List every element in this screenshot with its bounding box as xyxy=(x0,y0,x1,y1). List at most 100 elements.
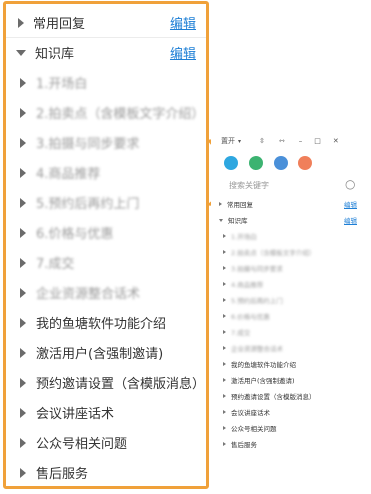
kb-item-label: 售后服务 xyxy=(231,441,257,449)
kb-item[interactable]: 4.商品推荐 xyxy=(219,278,369,290)
expand-arrow-icon xyxy=(20,317,26,328)
move-icon[interactable]: ⇿ xyxy=(279,137,285,145)
kb-item[interactable]: 预约邀请设置（含模版消息） xyxy=(6,368,206,397)
kb-item[interactable]: 1.开场白 xyxy=(6,68,206,97)
search-icon[interactable]: ○ xyxy=(345,177,355,191)
chevron-down-icon: ▾ xyxy=(238,137,242,145)
close-button[interactable]: ✕ xyxy=(333,137,339,145)
expand-arrow-icon xyxy=(223,394,226,398)
kb-item-label: 7.成交 xyxy=(36,257,75,272)
kb-item[interactable]: 企业资源整合话术 xyxy=(219,342,369,354)
kb-item[interactable]: 会议讲座话术 xyxy=(219,406,369,418)
kb-item[interactable]: 2.拍卖点（含模板文字介绍） xyxy=(6,98,206,127)
block-tab-icon[interactable] xyxy=(298,156,312,170)
kb-item[interactable]: 3.拍摄与同步要求 xyxy=(6,128,206,157)
edit-link[interactable]: 编辑 xyxy=(344,215,357,225)
kb-item[interactable]: 售后服务 xyxy=(219,438,369,450)
expand-arrow-icon xyxy=(223,378,226,382)
kb-item-label: 5.预约后再约上门 xyxy=(231,297,283,305)
section-knowledge-base[interactable]: 知识库 编辑 xyxy=(219,214,369,226)
kb-item[interactable]: 会议讲座话术 xyxy=(6,398,206,427)
kb-item-label: 我的鱼塘软件功能介绍 xyxy=(231,361,296,369)
section-label: 知识库 xyxy=(228,217,248,225)
kb-item[interactable]: 我的鱼塘软件功能介绍 xyxy=(219,358,369,370)
kb-item[interactable]: 4.商品推荐 xyxy=(6,158,206,187)
collapse-arrow-icon xyxy=(219,218,223,222)
menu-button[interactable]: 置开 xyxy=(221,136,235,146)
search-placeholder: 搜索关键字 xyxy=(229,181,269,190)
kb-item[interactable]: 6.价格与优惠 xyxy=(219,310,369,322)
kb-item[interactable]: 售后服务 xyxy=(6,458,206,487)
kb-item-label: 2.拍卖点（含模板文字介绍） xyxy=(36,107,205,122)
mail-tab-icon[interactable] xyxy=(274,156,288,170)
kb-item-label: 3.拍摄与同步要求 xyxy=(36,137,140,152)
kb-item-label: 会议讲座话术 xyxy=(231,409,270,417)
edit-link[interactable]: 编辑 xyxy=(344,199,357,209)
kb-item[interactable]: 2.拍卖点（含模板文字介绍） xyxy=(219,246,369,258)
section-label: 知识库 xyxy=(35,47,75,62)
minimize-button[interactable]: – xyxy=(299,137,303,145)
kb-item-label: 1.开场白 xyxy=(36,77,88,92)
expand-arrow-icon xyxy=(223,442,226,446)
section-knowledge-base[interactable]: 知识库 编辑 xyxy=(6,38,206,67)
quick-reply-window: 置开 ▾ ⇳ ⇿ – □ ✕ 搜索关键字 ○ 常用回复 编辑 知识库 编辑 1.开场… xyxy=(211,132,371,470)
expand-arrow-icon xyxy=(219,202,222,206)
kb-item[interactable]: 1.开场白 xyxy=(219,230,369,242)
kb-item[interactable]: 激活用户(含强制邀请) xyxy=(219,374,369,386)
kb-item[interactable]: 3.拍摄与同步要求 xyxy=(219,262,369,274)
expand-arrow-icon xyxy=(20,437,26,448)
kb-item[interactable]: 公众号相关问题 xyxy=(219,422,369,434)
kb-item[interactable]: 企业资源整合话术 xyxy=(6,278,206,307)
maximize-button[interactable]: □ xyxy=(314,137,321,145)
expand-arrow-icon xyxy=(223,330,226,334)
kb-item-label: 6.价格与优惠 xyxy=(231,313,270,321)
kb-item[interactable]: 预约邀请设置（含模版消息） xyxy=(219,390,369,402)
kb-item-label: 我的鱼塘软件功能介绍 xyxy=(36,317,167,332)
expand-arrow-icon xyxy=(20,197,26,208)
kb-item[interactable]: 7.成交 xyxy=(219,326,369,338)
section-common-replies[interactable]: 常用回复 编辑 xyxy=(6,8,206,37)
kb-item-label: 预约邀请设置（含模版消息） xyxy=(231,393,316,401)
expand-arrow-icon xyxy=(20,347,26,358)
expand-arrow-icon xyxy=(20,77,26,88)
kb-item[interactable]: 公众号相关问题 xyxy=(6,428,206,457)
expand-arrow-icon xyxy=(20,137,26,148)
kb-item[interactable]: 5.预约后再约上门 xyxy=(219,294,369,306)
zoomed-knowledge-panel: 常用回复 编辑 知识库 编辑 1.开场白 2.拍卖点（含模板文字介绍） 3.拍摄… xyxy=(3,1,209,489)
section-label: 常用回复 xyxy=(227,201,253,209)
expand-arrow-icon xyxy=(223,234,226,238)
kb-item-label: 1.开场白 xyxy=(231,233,257,241)
expand-arrow-icon xyxy=(20,107,26,118)
chat-tab-icon[interactable] xyxy=(224,156,238,170)
expand-arrow-icon xyxy=(223,266,226,270)
section-common-replies[interactable]: 常用回复 编辑 xyxy=(219,198,369,210)
expand-arrow-icon xyxy=(223,346,226,350)
kb-item[interactable]: 5.预约后再约上门 xyxy=(6,188,206,217)
edit-knowledge-base-link[interactable]: 编辑 xyxy=(170,43,196,62)
edit-common-replies-link[interactable]: 编辑 xyxy=(170,13,196,32)
kb-item-label: 3.拍摄与同步要求 xyxy=(231,265,283,273)
kb-item-label: 激活用户(含强制邀请) xyxy=(231,377,295,385)
kb-item-label: 公众号相关问题 xyxy=(231,425,277,433)
expand-arrow-icon xyxy=(20,257,26,268)
search-input[interactable]: 搜索关键字 ○ xyxy=(229,177,369,194)
image-tab-icon[interactable] xyxy=(249,156,263,170)
kb-item-label: 7.成交 xyxy=(231,329,251,337)
kb-item[interactable]: 7.成交 xyxy=(6,248,206,277)
expand-arrow-icon xyxy=(20,377,26,388)
kb-item[interactable]: 我的鱼塘软件功能介绍 xyxy=(6,308,206,337)
kb-item[interactable]: 激活用户(含强制邀请) xyxy=(6,338,206,367)
collapse-arrow-icon xyxy=(16,49,26,56)
expand-arrow-icon xyxy=(223,426,226,430)
pin-icon[interactable]: ⇳ xyxy=(259,137,265,145)
expand-arrow-icon xyxy=(18,17,24,28)
kb-item[interactable]: 6.价格与优惠 xyxy=(6,218,206,247)
kb-item-label: 售后服务 xyxy=(36,467,89,482)
expand-arrow-icon xyxy=(223,314,226,318)
expand-arrow-icon xyxy=(20,467,26,478)
expand-arrow-icon xyxy=(20,227,26,238)
expand-arrow-icon xyxy=(223,282,226,286)
expand-arrow-icon xyxy=(223,298,226,302)
expand-arrow-icon xyxy=(223,362,226,366)
kb-item-label: 会议讲座话术 xyxy=(36,407,115,422)
